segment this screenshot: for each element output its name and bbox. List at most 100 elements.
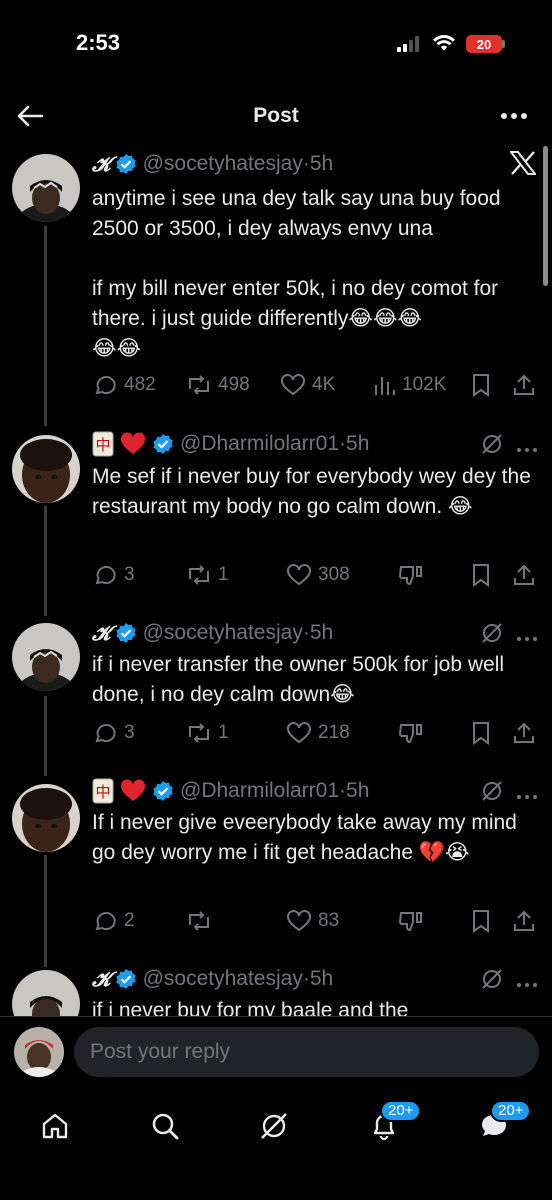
share-button[interactable] xyxy=(512,718,542,748)
notifications-badge: 20+ xyxy=(380,1100,422,1122)
bookmark-button[interactable] xyxy=(470,560,498,590)
reply-count: 2 xyxy=(124,910,135,931)
timestamp[interactable]: 5h xyxy=(346,432,369,456)
dislike-button[interactable] xyxy=(398,718,430,748)
reply-icon xyxy=(95,566,116,585)
nav-grok[interactable] xyxy=(250,1102,298,1150)
display-name[interactable]: 𝓚 xyxy=(92,621,111,645)
reply-button[interactable]: 3 xyxy=(92,718,135,748)
action-bar: 2 83 xyxy=(92,906,540,936)
repost-count: 498 xyxy=(218,374,250,395)
reply-button[interactable]: 3 xyxy=(92,560,135,590)
repost-icon xyxy=(189,375,209,395)
repost-button[interactable]: 498 xyxy=(186,370,250,400)
display-name[interactable]: 𝓚 xyxy=(92,967,111,991)
share-icon xyxy=(514,564,534,585)
like-count: 308 xyxy=(318,564,350,585)
reply-count: 3 xyxy=(124,564,135,585)
nav-home[interactable] xyxy=(31,1102,79,1150)
more-options-icon[interactable] xyxy=(516,787,538,805)
reply-composer xyxy=(0,1016,552,1088)
handle[interactable]: @Dharmilolarr01 xyxy=(180,779,339,803)
thread-line xyxy=(44,855,47,967)
red-heart-emoji xyxy=(120,779,146,803)
grok-icon xyxy=(261,1113,287,1139)
heart-icon xyxy=(287,564,311,586)
handle[interactable]: @socetyhatesjay xyxy=(143,152,303,176)
post-text: Me sef if i never buy for everybody wey … xyxy=(92,465,531,518)
more-options-icon[interactable] xyxy=(516,629,538,647)
avatar[interactable] xyxy=(12,784,80,852)
more-options-icon[interactable] xyxy=(516,975,538,993)
nav-search[interactable] xyxy=(141,1102,189,1150)
grok-icon[interactable] xyxy=(480,621,504,650)
grok-icon[interactable] xyxy=(480,432,504,461)
reply-input[interactable] xyxy=(74,1027,539,1077)
action-bar: 482 498 4K 102K xyxy=(92,370,540,400)
views-chart-icon xyxy=(375,377,395,395)
reply-button[interactable]: 482 xyxy=(92,370,156,400)
post-text: anytime i see una dey talk say una buy f… xyxy=(92,184,532,364)
like-button[interactable]: 83 xyxy=(286,906,339,936)
thread-line xyxy=(44,506,47,616)
separator: · xyxy=(339,432,347,455)
share-icon xyxy=(514,374,534,395)
share-button[interactable] xyxy=(512,560,542,590)
back-button[interactable] xyxy=(12,98,48,134)
like-button[interactable]: 308 xyxy=(286,560,350,590)
bookmark-button[interactable] xyxy=(470,906,498,936)
reply-icon xyxy=(95,912,116,931)
share-icon xyxy=(514,910,534,931)
page-title: Post xyxy=(253,104,299,127)
share-button[interactable] xyxy=(512,906,542,936)
views-button[interactable]: 102K xyxy=(372,370,446,400)
action-bar: 3 1 218 xyxy=(92,718,540,748)
display-name[interactable]: 𝓚 xyxy=(92,152,111,176)
mahjong-emoji: 中 xyxy=(92,431,114,457)
post-text-line: anytime i see una dey talk say una buy f… xyxy=(92,187,501,240)
bottom-navigation: 20+ 20+ xyxy=(0,1088,552,1200)
grok-icon[interactable] xyxy=(480,967,504,996)
scroll-indicator[interactable] xyxy=(543,146,548,286)
like-count: 218 xyxy=(318,722,350,743)
avatar[interactable] xyxy=(12,154,80,222)
status-time: 2:53 xyxy=(76,30,121,55)
post-text-line: 😂😂 xyxy=(92,337,142,360)
timestamp[interactable]: 5h xyxy=(310,967,333,991)
avatar[interactable] xyxy=(12,623,80,691)
repost-button[interactable] xyxy=(186,906,218,936)
views-count: 102K xyxy=(402,374,447,395)
reply-count: 482 xyxy=(124,374,156,395)
svg-text:中: 中 xyxy=(95,783,110,801)
avatar[interactable] xyxy=(12,435,80,503)
like-button[interactable]: 218 xyxy=(286,718,350,748)
timestamp[interactable]: 5h xyxy=(310,621,333,645)
thumbs-down-icon xyxy=(398,566,422,586)
thread-line xyxy=(44,226,47,426)
share-button[interactable] xyxy=(512,370,542,400)
timestamp[interactable]: 5h xyxy=(310,152,333,176)
reply-button[interactable]: 2 xyxy=(92,906,135,936)
separator: · xyxy=(302,152,310,175)
separator: · xyxy=(302,967,310,990)
dislike-button[interactable] xyxy=(398,560,430,590)
user-avatar[interactable] xyxy=(14,1027,64,1077)
messages-badge: 20+ xyxy=(490,1100,532,1122)
handle[interactable]: @socetyhatesjay xyxy=(143,967,303,991)
dislike-button[interactable] xyxy=(398,906,430,936)
repost-button[interactable]: 1 xyxy=(186,718,229,748)
reply-icon xyxy=(95,376,116,395)
more-options-button[interactable] xyxy=(494,98,534,134)
handle[interactable]: @socetyhatesjay xyxy=(143,621,303,645)
bookmark-button[interactable] xyxy=(470,370,498,400)
header: Post xyxy=(0,90,552,142)
like-button[interactable]: 4K xyxy=(280,370,335,400)
reply-count: 3 xyxy=(124,722,135,743)
repost-button[interactable]: 1 xyxy=(186,560,229,590)
handle[interactable]: @Dharmilolarr01 xyxy=(180,432,339,456)
more-options-icon[interactable] xyxy=(516,440,538,458)
bookmark-button[interactable] xyxy=(470,718,498,748)
verified-badge-icon xyxy=(115,622,137,644)
timestamp[interactable]: 5h xyxy=(346,779,369,803)
grok-icon[interactable] xyxy=(480,779,504,808)
